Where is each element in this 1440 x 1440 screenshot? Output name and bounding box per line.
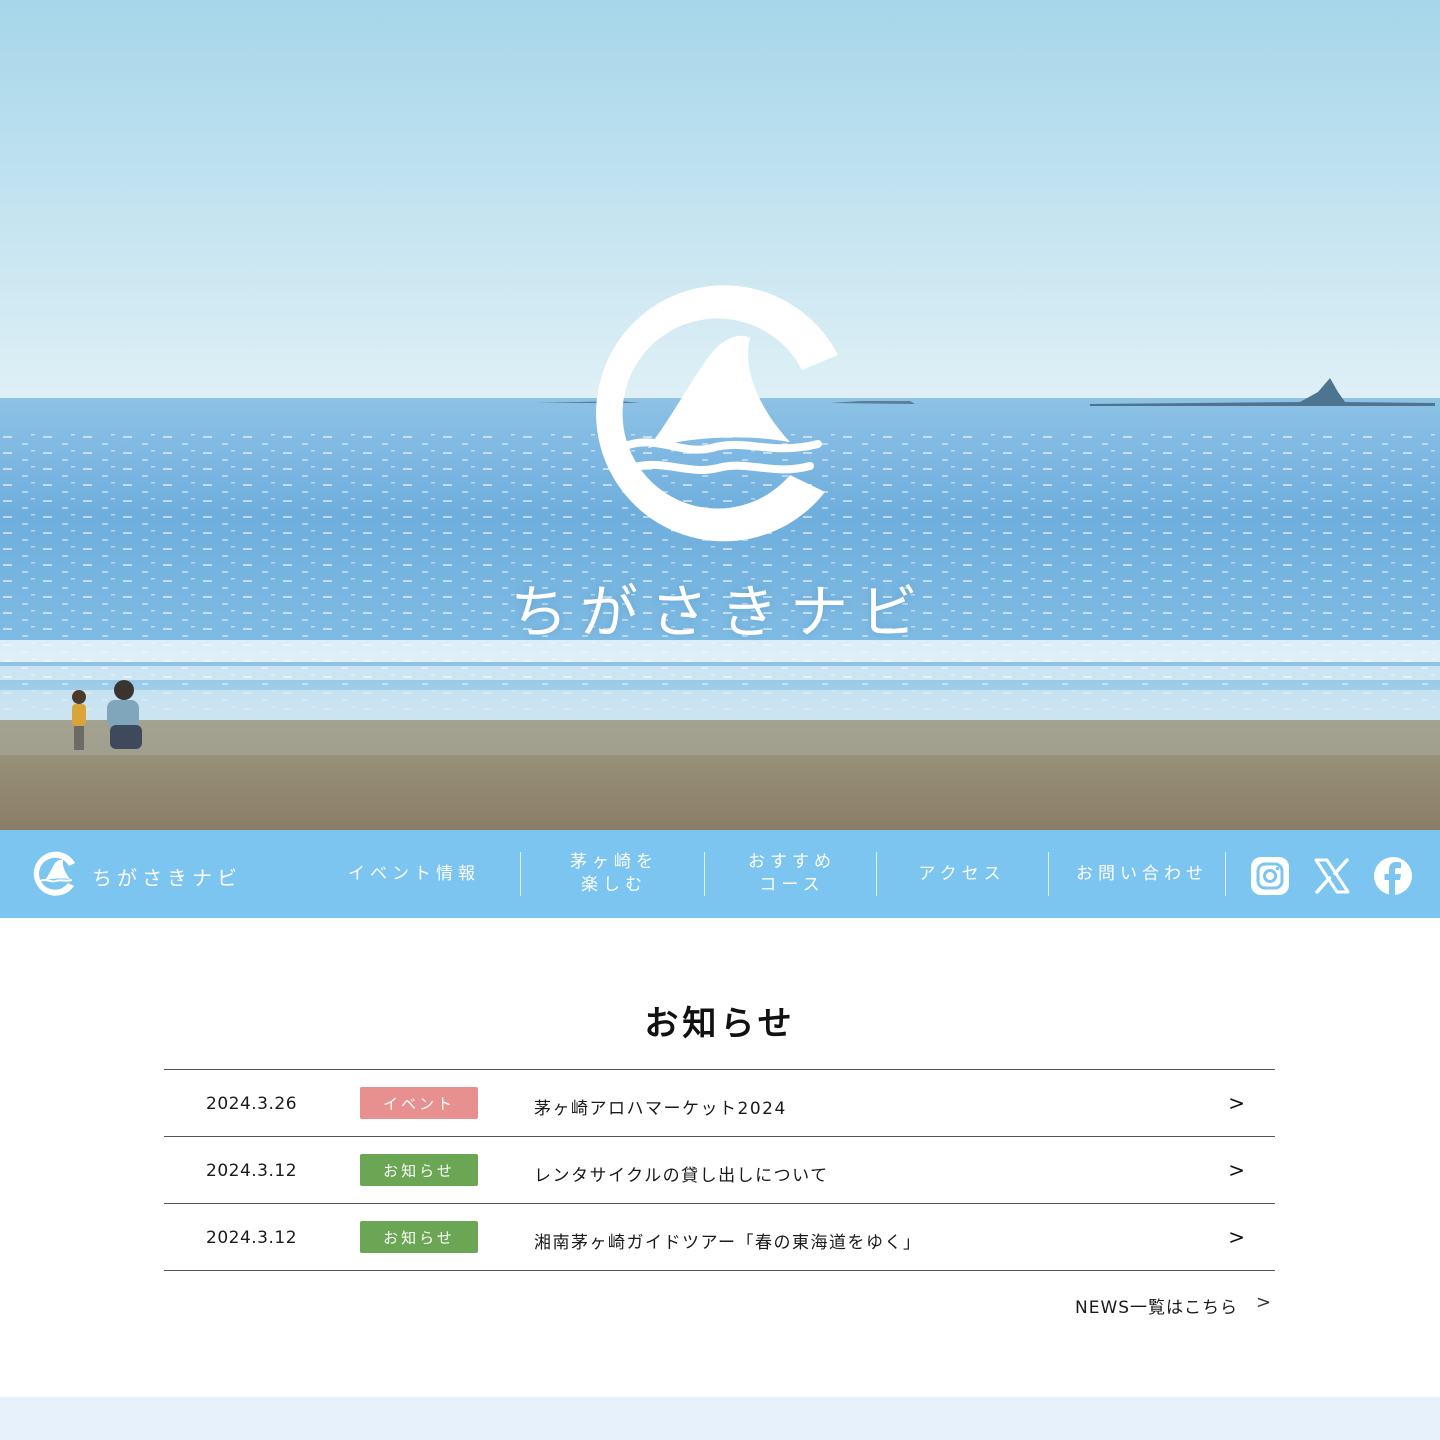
chevron-right-icon[interactable]: > [1228,1225,1245,1249]
facebook-icon[interactable] [1373,856,1413,896]
news-row[interactable]: 2024.3.12 お知らせ 湘南茅ヶ崎ガイドツアー「春の東海道をゆく」 > [164,1204,1275,1271]
news-date: 2024.3.26 [206,1094,298,1114]
nav-brand[interactable]: ちがさきナビ [92,862,242,891]
news-date: 2024.3.12 [206,1228,298,1248]
news-headline[interactable]: 茅ヶ崎アロハマーケット2024 [534,1094,787,1119]
nav-item-access[interactable]: アクセス [878,830,1046,918]
news-more-link[interactable]: NEWS一覧はこちら [1075,1293,1238,1318]
news-section-title: お知らせ [644,1004,796,1044]
chevron-right-icon[interactable]: > [1256,1292,1271,1313]
chevron-right-icon[interactable]: > [1228,1091,1245,1115]
nav-divider [520,852,521,896]
news-row[interactable]: 2024.3.26 イベント 茅ヶ崎アロハマーケット2024 > [164,1070,1275,1137]
nav-divider [704,852,705,896]
hero-section: ちがさきナビ [0,0,1440,830]
x-icon[interactable] [1312,856,1352,896]
news-date: 2024.3.12 [206,1161,298,1181]
chevron-right-icon[interactable]: > [1228,1158,1245,1182]
news-category-badge: イベント [360,1087,478,1119]
next-section-band [0,1397,1440,1440]
nav-item-enjoy[interactable]: 茅ヶ崎を 楽しむ [530,830,698,918]
nav-divider [1225,852,1226,896]
nav-divider [1048,852,1049,896]
news-row[interactable]: 2024.3.12 お知らせ レンタサイクルの貸し出しについて > [164,1137,1275,1204]
instagram-icon[interactable] [1250,856,1290,896]
nav-item-contact[interactable]: お問い合わせ [1058,830,1226,918]
news-category-badge: お知らせ [360,1221,478,1253]
main-navigation: ちがさきナビ イベント情報 茅ヶ崎を 楽しむ おすすめ コース アクセス お問い… [0,830,1440,918]
nav-divider [876,852,877,896]
chigasaki-logo-icon [596,285,838,542]
news-headline[interactable]: 湘南茅ヶ崎ガイドツアー「春の東海道をゆく」 [534,1228,921,1253]
site-logo-icon[interactable] [30,850,78,898]
hero-title: ちがさきナビ [509,578,930,646]
nav-item-events[interactable]: イベント情報 [330,830,498,918]
nav-item-courses[interactable]: おすすめ コース [708,830,876,918]
news-list: 2024.3.26 イベント 茅ヶ崎アロハマーケット2024 > 2024.3.… [164,1069,1275,1271]
news-category-badge: お知らせ [360,1154,478,1186]
news-headline[interactable]: レンタサイクルの貸し出しについて [534,1161,829,1186]
